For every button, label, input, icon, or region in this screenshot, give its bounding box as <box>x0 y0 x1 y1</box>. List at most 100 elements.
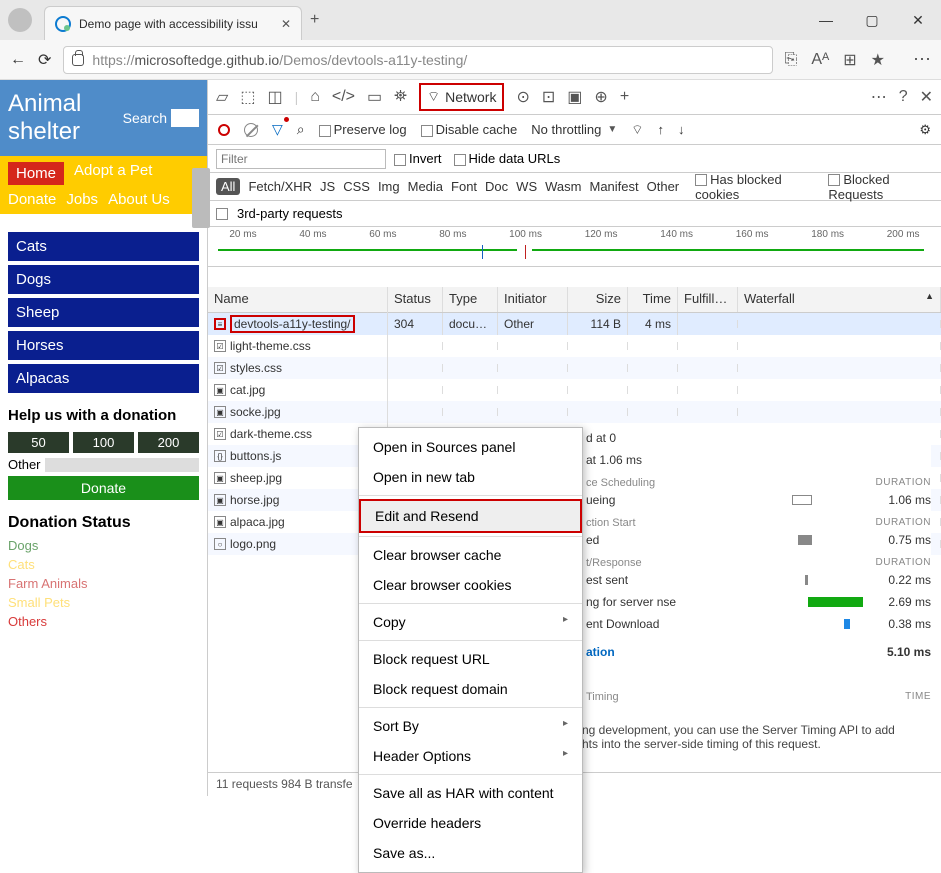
overview-timeline[interactable]: 20 ms40 ms60 ms80 ms100 ms120 ms140 ms16… <box>208 227 941 267</box>
more-tools-icon[interactable]: ⋯ <box>871 87 887 107</box>
blocked-requests-checkbox[interactable]: Blocked Requests <box>828 172 933 202</box>
memory-tab-icon[interactable]: ⊡ <box>542 87 555 107</box>
elements-tab-icon[interactable]: </> <box>332 88 355 106</box>
disable-cache-checkbox[interactable] <box>421 125 433 137</box>
maximize-button[interactable]: ▢ <box>849 12 895 29</box>
nav-home[interactable]: Home <box>8 162 64 185</box>
settings-gear-icon[interactable]: ⚙ <box>919 122 931 138</box>
record-button[interactable] <box>218 124 230 136</box>
donate-button[interactable]: Donate <box>8 476 199 500</box>
invert-checkbox[interactable] <box>394 154 406 166</box>
inspect-icon[interactable]: ▱ <box>216 87 228 107</box>
menu-block-request-domain[interactable]: Block request domain <box>359 674 582 704</box>
table-row[interactable]: ☑light-theme.css <box>208 335 941 357</box>
type-filter-js[interactable]: JS <box>320 179 335 194</box>
network-conditions-icon[interactable]: ⌔ <box>631 122 643 138</box>
menu-save-all-as-har-with-content[interactable]: Save all as HAR with content <box>359 778 582 808</box>
lock-icon[interactable] <box>72 54 84 66</box>
menu-open-in-sources-panel[interactable]: Open in Sources panel <box>359 432 582 462</box>
more-menu-icon[interactable]: ⋯ <box>913 49 931 70</box>
device-icon[interactable]: ⬚ <box>240 87 255 107</box>
type-filter-img[interactable]: Img <box>378 179 400 194</box>
minimize-button[interactable]: — <box>803 12 849 29</box>
type-filter-manifest[interactable]: Manifest <box>589 179 638 194</box>
col-fulfilled[interactable]: Fulfille... <box>678 287 738 312</box>
menu-open-in-new-tab[interactable]: Open in new tab <box>359 462 582 492</box>
menu-clear-browser-cookies[interactable]: Clear browser cookies <box>359 570 582 600</box>
type-filter-doc[interactable]: Doc <box>485 179 508 194</box>
category-cats[interactable]: Cats <box>8 232 199 261</box>
collections-icon[interactable]: ⊞ <box>843 50 856 70</box>
nav-jobs[interactable]: Jobs <box>66 191 98 208</box>
copy-icon[interactable]: ⎘ <box>785 51 798 69</box>
performance-tab-icon[interactable]: ⊙ <box>516 87 529 107</box>
table-row[interactable]: ☑styles.css <box>208 357 941 379</box>
page-scrollbar[interactable] <box>192 168 210 228</box>
has-blocked-checkbox[interactable]: Has blocked cookies <box>695 172 812 202</box>
filter-input[interactable] <box>216 149 386 169</box>
search-icon[interactable]: ⌕ <box>297 121 305 138</box>
throttling-select[interactable]: No throttling <box>531 122 601 137</box>
address-bar[interactable]: https://microsoftedge.github.io/Demos/de… <box>63 46 772 74</box>
menu-header-options[interactable]: Header Options▸ <box>359 741 582 771</box>
browser-tab[interactable]: Demo page with accessibility issu ✕ <box>44 6 302 40</box>
nav-about[interactable]: About Us <box>108 191 170 208</box>
menu-clear-browser-cache[interactable]: Clear browser cache <box>359 540 582 570</box>
more-tabs-icon[interactable]: + <box>620 88 629 106</box>
table-row[interactable]: ≡devtools-a11y-testing/304docu…Other114 … <box>208 313 941 335</box>
col-initiator[interactable]: Initiator <box>498 287 568 312</box>
category-dogs[interactable]: Dogs <box>8 265 199 294</box>
table-row[interactable]: ▣cat.jpg <box>208 379 941 401</box>
menu-override-headers[interactable]: Override headers <box>359 808 582 838</box>
type-filter-wasm[interactable]: Wasm <box>545 179 581 194</box>
favorite-star-icon[interactable]: ★ <box>871 50 885 70</box>
type-filter-ws[interactable]: WS <box>516 179 537 194</box>
third-party-checkbox[interactable] <box>216 208 228 220</box>
col-waterfall[interactable]: Waterfall ▲ <box>738 287 941 312</box>
amount-200[interactable]: 200 <box>138 432 199 453</box>
export-har-icon[interactable]: ↓ <box>678 122 685 137</box>
category-alpacas[interactable]: Alpacas <box>8 364 199 393</box>
nav-adopt[interactable]: Adopt a Pet <box>74 162 152 185</box>
col-status[interactable]: Status <box>388 287 443 312</box>
hide-data-urls-checkbox[interactable] <box>454 154 466 166</box>
welcome-tab-icon[interactable]: ⌂ <box>310 88 320 106</box>
reader-icon[interactable]: Aᴬ <box>811 51 829 69</box>
help-icon[interactable]: ? <box>899 88 908 106</box>
sources-tab-icon[interactable]: ⛯ <box>394 88 407 106</box>
menu-save-as-[interactable]: Save as... <box>359 838 582 868</box>
type-filter-media[interactable]: Media <box>408 179 443 194</box>
search-input[interactable] <box>171 109 199 127</box>
col-time[interactable]: Time <box>628 287 678 312</box>
console-tab-icon[interactable]: ▭ <box>367 87 382 107</box>
dock-icon[interactable]: ◫ <box>267 87 282 107</box>
nav-donate[interactable]: Donate <box>8 191 56 208</box>
application-tab-icon[interactable]: ▣ <box>567 87 582 107</box>
refresh-button[interactable]: ⟳ <box>38 50 51 70</box>
menu-copy[interactable]: Copy▸ <box>359 607 582 637</box>
type-filter-fetchxhr[interactable]: Fetch/XHR <box>248 179 312 194</box>
category-sheep[interactable]: Sheep <box>8 298 199 327</box>
amount-50[interactable]: 50 <box>8 432 69 453</box>
menu-edit-and-resend[interactable]: Edit and Resend <box>359 499 582 533</box>
new-tab-button[interactable]: + <box>310 11 319 29</box>
type-filter-other[interactable]: Other <box>647 179 680 194</box>
col-type[interactable]: Type <box>443 287 498 312</box>
close-devtools-icon[interactable]: ✕ <box>920 87 933 107</box>
type-filter-font[interactable]: Font <box>451 179 477 194</box>
type-filter-css[interactable]: CSS <box>343 179 370 194</box>
category-horses[interactable]: Horses <box>8 331 199 360</box>
col-name[interactable]: Name <box>208 287 388 312</box>
close-tab-icon[interactable]: ✕ <box>281 17 291 31</box>
profile-avatar[interactable] <box>8 8 32 32</box>
amount-100[interactable]: 100 <box>73 432 134 453</box>
clear-button[interactable] <box>244 123 258 137</box>
other-input[interactable] <box>45 458 199 472</box>
import-har-icon[interactable]: ↑ <box>658 122 665 137</box>
col-size[interactable]: Size <box>568 287 628 312</box>
network-tab[interactable]: ⌔ Network <box>419 83 505 111</box>
close-window-button[interactable]: ✕ <box>895 12 941 29</box>
preserve-log-checkbox[interactable] <box>319 125 331 137</box>
menu-block-request-url[interactable]: Block request URL <box>359 644 582 674</box>
filter-toggle-icon[interactable]: ▽ <box>272 121 283 138</box>
